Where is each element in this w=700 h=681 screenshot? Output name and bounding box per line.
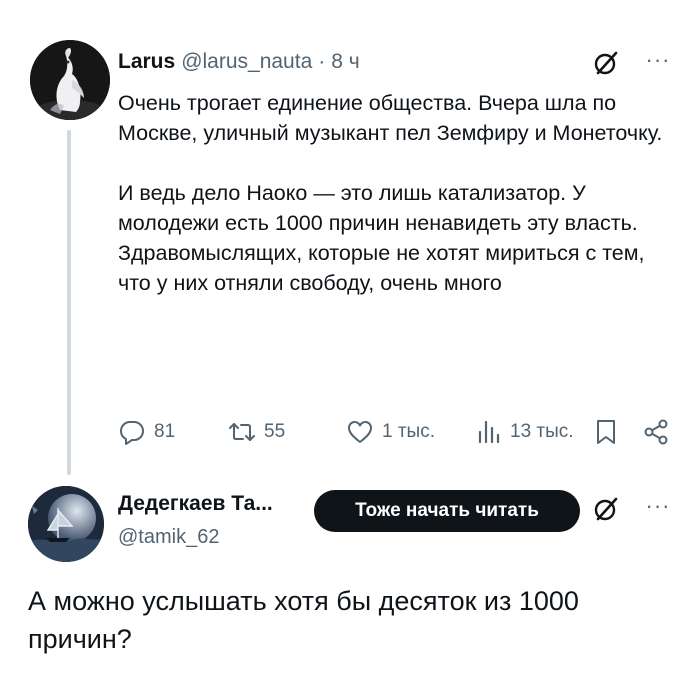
reply-text: А можно услышать хотя бы десяток из 1000… xyxy=(28,586,579,654)
views-icon xyxy=(478,420,500,444)
post-header: Larus @larus_nauta · 8 ч xyxy=(118,46,360,78)
follow-button[interactable]: Тоже начать читать xyxy=(314,490,580,532)
share-icon xyxy=(644,419,668,445)
thread-line xyxy=(67,130,71,475)
share-button[interactable] xyxy=(642,414,670,450)
avatar[interactable] xyxy=(30,40,110,120)
repost-icon xyxy=(229,423,255,441)
like-button[interactable]: 1 тыс. xyxy=(346,414,435,450)
grok-icon[interactable] xyxy=(591,494,621,524)
reply-count: 81 xyxy=(154,421,176,442)
reply-avatar[interactable] xyxy=(28,486,104,562)
post[interactable]: Larus @larus_nauta · 8 ч ··· Очень трога… xyxy=(0,0,700,475)
reply-author-name[interactable]: Дедегкаев Та... xyxy=(118,492,273,516)
author-name[interactable]: Larus xyxy=(118,50,175,74)
post-text: Очень трогает единение общества. Вчера ш… xyxy=(118,91,663,295)
views-count: 13 тыс. xyxy=(510,421,574,442)
bookmark-button[interactable] xyxy=(592,414,620,450)
reply-icon xyxy=(120,421,144,445)
reply-button[interactable]: 81 xyxy=(118,414,175,450)
like-count: 1 тыс. xyxy=(382,421,435,442)
more-icon[interactable]: ··· xyxy=(640,48,676,72)
author-handle[interactable]: @larus_nauta xyxy=(181,50,312,74)
reply-author-handle[interactable]: @tamik_62 xyxy=(118,526,219,549)
avatar-image xyxy=(30,40,110,120)
post-time[interactable]: 8 ч xyxy=(331,50,359,74)
grok-icon[interactable] xyxy=(591,48,621,78)
separator: · xyxy=(318,50,326,73)
bookmark-icon xyxy=(597,420,615,444)
views-button[interactable]: 13 тыс. xyxy=(474,414,574,450)
repost-button[interactable]: 55 xyxy=(228,414,285,450)
action-bar: 81 55 1 тыс. 13 тыс. xyxy=(118,414,678,450)
like-icon xyxy=(348,421,372,443)
reply-avatar-image xyxy=(28,486,104,562)
reply-post[interactable]: Дедегкаев Та... @tamik_62 Тоже начать чи… xyxy=(0,470,700,681)
more-icon[interactable]: ··· xyxy=(640,494,676,518)
repost-count: 55 xyxy=(264,421,286,442)
